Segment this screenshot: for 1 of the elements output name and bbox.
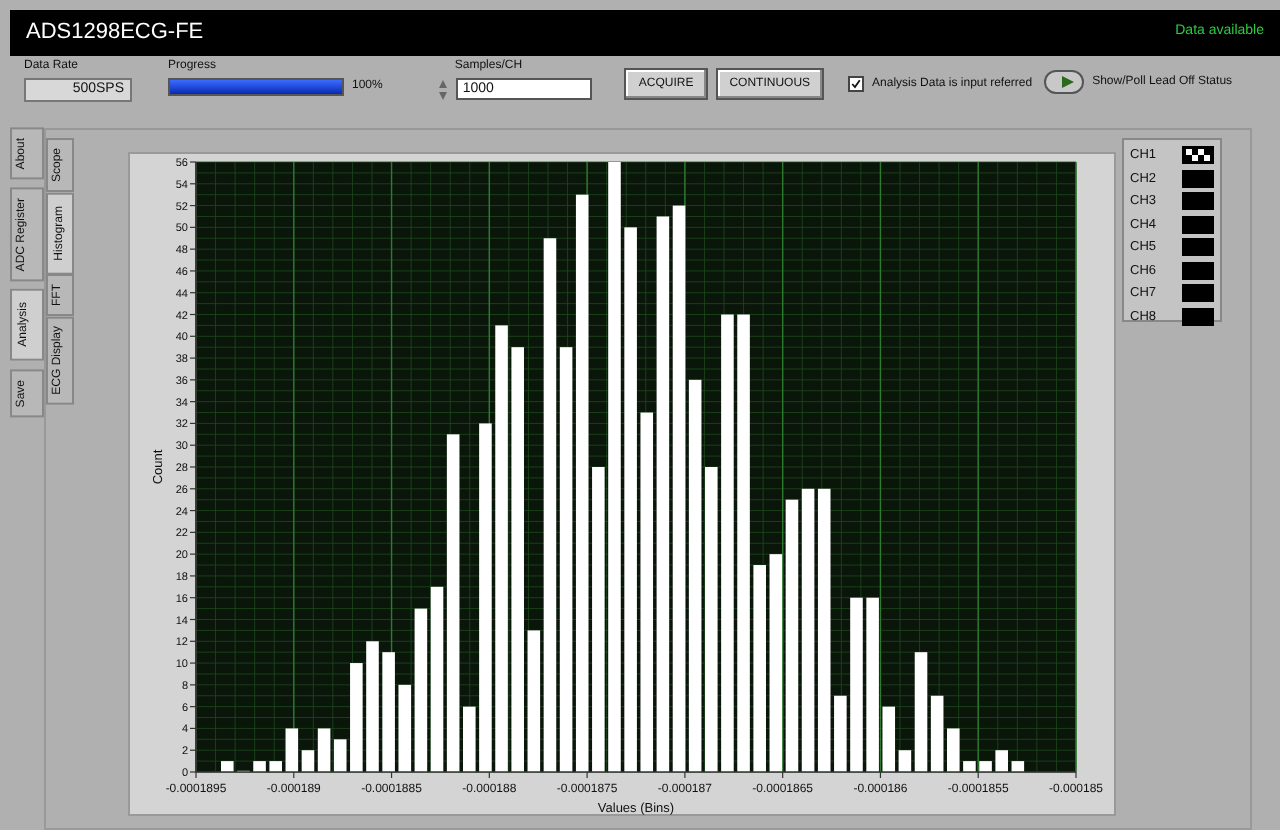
- window-title: ADS1298ECG-FE: [26, 20, 204, 46]
